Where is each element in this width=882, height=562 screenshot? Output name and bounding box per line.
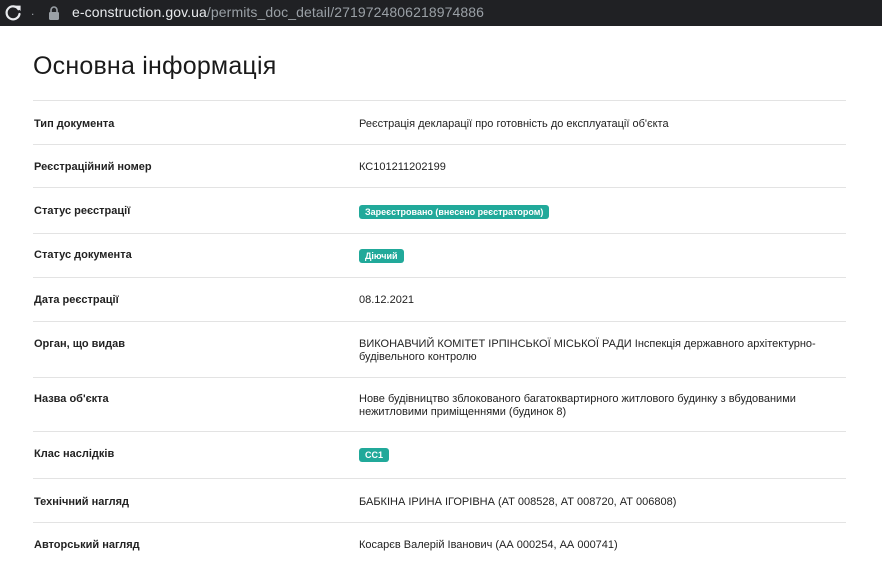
row-label: Назва об'єкта	[34, 393, 109, 405]
row-value: КС101211202199	[359, 161, 446, 173]
table-row: Технічний нагляд БАБКІНА ІРИНА ІГОРІВНА (…	[33, 479, 846, 523]
row-value: ВИКОНАВЧИЙ КОМІТЕТ ІРПІНСЬКОЇ МІСЬКОЇ РА…	[359, 338, 816, 363]
table-row: Дата реєстрації 08.12.2021	[33, 278, 846, 322]
row-label: Статус документа	[34, 249, 132, 261]
status-badge: Діючий	[359, 249, 404, 263]
table-row: Статус реєстрації Зареєстровано (внесено …	[33, 188, 846, 234]
table-row: Тип документа Реєстрація декларації про г…	[33, 101, 846, 145]
url-host: e-construction.gov.ua	[72, 4, 207, 20]
row-label: Реєстраційний номер	[34, 161, 152, 173]
row-label: Авторський нагляд	[34, 539, 140, 551]
url-path: /permits_doc_detail/2719724806218974886	[206, 4, 485, 20]
page-title: Основна інформація	[33, 52, 277, 80]
row-label: Статус реєстрації	[34, 205, 131, 217]
url-field[interactable]: e-construction.gov.ua/permits_doc_detail…	[72, 4, 484, 20]
row-label: Технічний нагляд	[34, 496, 130, 508]
info-table: Тип документа Реєстрація декларації про г…	[33, 100, 846, 562]
table-row: Назва об'єкта Нове будівництво зблоковано…	[33, 378, 846, 432]
status-badge: СС1	[359, 448, 390, 462]
row-value: СС1	[359, 448, 839, 462]
row-label: Клас наслідків	[34, 448, 115, 460]
row-value: Косарєв Валерій Іванович (АА 000254, АА …	[359, 539, 618, 551]
separator-dot: .	[31, 4, 35, 18]
row-value: Зареєстровано (внесено реєстратором)	[359, 205, 839, 219]
table-row: Клас наслідків СС1	[33, 432, 846, 479]
browser-address-bar: . e-construction.gov.ua/permits_doc_deta…	[0, 0, 882, 26]
row-value: Нове будівництво зблокованого багатоквар…	[359, 393, 796, 418]
reload-icon[interactable]	[3, 3, 23, 23]
row-value: Діючий	[359, 249, 839, 263]
row-value: Реєстрація декларації про готовність до …	[359, 118, 669, 130]
row-label: Тип документа	[34, 118, 115, 130]
row-label: Орган, що видав	[34, 338, 126, 350]
status-badge: Зареєстровано (внесено реєстратором)	[359, 205, 550, 219]
table-row: Авторський нагляд Косарєв Валерій Іванови…	[33, 523, 846, 562]
table-row: Орган, що видав ВИКОНАВЧИЙ КОМІТЕТ ІРПІНС…	[33, 322, 846, 378]
table-row: Статус документа Діючий	[33, 234, 846, 278]
row-value: 08.12.2021	[359, 294, 415, 306]
row-label: Дата реєстрації	[34, 294, 119, 306]
table-row: Реєстраційний номер КС101211202199	[33, 145, 846, 188]
row-value: БАБКІНА ІРИНА ІГОРІВНА (АТ 008528, АТ 00…	[359, 496, 677, 508]
lock-icon[interactable]	[46, 5, 62, 21]
